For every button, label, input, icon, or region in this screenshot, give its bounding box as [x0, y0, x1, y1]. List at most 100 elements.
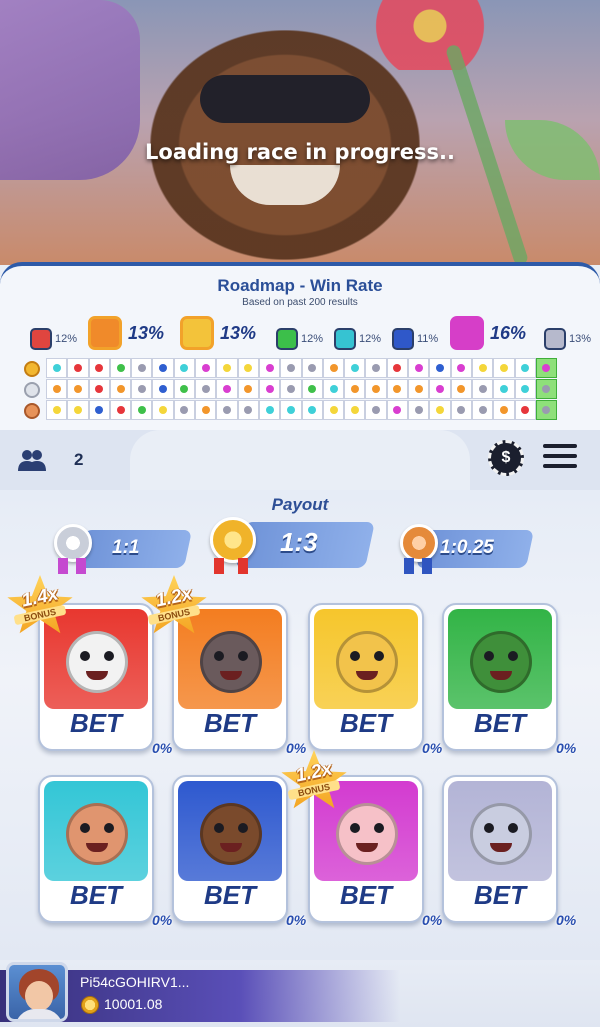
- result-dot: [116, 364, 125, 372]
- chip-button[interactable]: $: [488, 440, 524, 476]
- roadmap-cell: [237, 358, 259, 378]
- racer-card-frog[interactable]: BET: [442, 603, 558, 751]
- roadmap-cell: [88, 358, 110, 378]
- cat-face: [470, 803, 532, 865]
- roadmap-cell: [322, 358, 345, 378]
- result-dot: [223, 385, 232, 393]
- bet-button-label[interactable]: BET: [174, 708, 286, 739]
- result-dot: [521, 385, 530, 393]
- result-dot: [414, 406, 423, 414]
- roadmap-rows: [46, 358, 558, 421]
- eye: [214, 823, 224, 833]
- roadmap-panel: Roadmap - Win Rate Based on past 200 res…: [0, 262, 600, 442]
- bear-icon: [392, 328, 414, 350]
- racer-card-tiger[interactable]: BET: [308, 603, 424, 751]
- roadmap-cell: [109, 379, 132, 399]
- roadmap-cell: [131, 400, 153, 420]
- result-dot: [244, 364, 253, 372]
- roadmap-cell: [429, 400, 451, 420]
- racer-card-monkey[interactable]: BET: [38, 775, 154, 923]
- roadmap-cell: [535, 379, 558, 399]
- gold-ribbon: [238, 558, 248, 574]
- avatar[interactable]: [6, 962, 68, 1022]
- roadmap-cell: [408, 379, 430, 399]
- bet-button-label[interactable]: BET: [444, 708, 556, 739]
- bonus-badge: 1.2x BONUS: [140, 575, 208, 637]
- bet-button-label[interactable]: BET: [40, 708, 152, 739]
- result-dot: [286, 406, 295, 414]
- roadmap-cell: [429, 358, 451, 378]
- menu-line: [543, 454, 577, 458]
- result-dot: [73, 385, 82, 393]
- result-dot: [52, 406, 61, 414]
- racer-card-cat[interactable]: BET: [442, 775, 558, 923]
- roadmap-cell: [173, 379, 196, 399]
- result-dot: [393, 385, 402, 393]
- win-rate-percent: 13%: [569, 333, 592, 345]
- roadmap-cell: [514, 379, 536, 399]
- roadmap-cell: [365, 379, 387, 399]
- menu-button[interactable]: [543, 444, 577, 472]
- bet-button-label[interactable]: BET: [174, 880, 286, 911]
- result-dot: [159, 385, 168, 393]
- roadmap-cell: [535, 400, 558, 420]
- roadmap-cell: [322, 400, 345, 420]
- bronze-medal-icon: [24, 403, 40, 419]
- result-dot: [244, 406, 253, 414]
- players-icon[interactable]: [18, 449, 46, 471]
- win-rate-percent: 11%: [417, 333, 439, 345]
- eye: [80, 651, 90, 661]
- bet-button-label[interactable]: BET: [310, 708, 422, 739]
- result-dot: [435, 364, 444, 372]
- result-dot: [201, 406, 210, 414]
- result-dot: [308, 406, 317, 414]
- roadmap-cell: [301, 379, 323, 399]
- bear-face: [200, 803, 262, 865]
- username: Pi54cGOHIRV1...: [80, 974, 190, 990]
- bet-button-label[interactable]: BET: [310, 880, 422, 911]
- roadmap-cell: [301, 400, 323, 420]
- result-dot: [499, 364, 508, 372]
- bronze-ribbon: [422, 558, 432, 574]
- roadmap-cell: [46, 400, 68, 420]
- tiger-face: [336, 631, 398, 693]
- result-dot: [116, 406, 125, 414]
- result-dot: [329, 385, 338, 393]
- win-rate-bear: 11%: [392, 322, 438, 356]
- result-dot: [499, 385, 508, 393]
- menu-line: [543, 444, 577, 448]
- roadmap-cell: [131, 379, 153, 399]
- roadmap-cell: [493, 379, 515, 399]
- cat-icon: [544, 328, 566, 350]
- pig-face: [336, 803, 398, 865]
- balance: 10001.08: [104, 996, 163, 1012]
- roadmap-cell: [429, 379, 451, 399]
- racer-card-bear[interactable]: BET: [172, 775, 288, 923]
- result-dot: [95, 364, 104, 372]
- eye: [80, 823, 90, 833]
- roadmap-cell: [46, 379, 68, 399]
- eye: [508, 823, 518, 833]
- roadmap-cell: [471, 400, 494, 420]
- result-dot: [350, 364, 359, 372]
- roadmap-cell: [216, 379, 238, 399]
- roadmap-cell: [67, 400, 89, 420]
- payout-label: Payout: [271, 495, 329, 514]
- monkey-face: [66, 803, 128, 865]
- result-dot: [372, 364, 381, 372]
- dollar-chip-icon: $: [501, 449, 511, 466]
- result-dot: [95, 406, 104, 414]
- bet-share-percent: 0%: [152, 740, 173, 756]
- result-dot: [223, 406, 232, 414]
- roadmap-cell: [493, 400, 515, 420]
- eye: [104, 651, 114, 661]
- result-dot: [457, 385, 466, 393]
- roadmap-row: [46, 379, 558, 400]
- bet-button-label[interactable]: BET: [444, 880, 556, 911]
- roadmap-cell: [365, 358, 387, 378]
- avatar-shirt: [15, 1009, 63, 1019]
- roadmap-cell: [216, 358, 238, 378]
- win-rate-frog: 12%: [276, 322, 323, 356]
- bet-button-label[interactable]: BET: [40, 880, 152, 911]
- win-rate-dog: 13%: [88, 316, 164, 350]
